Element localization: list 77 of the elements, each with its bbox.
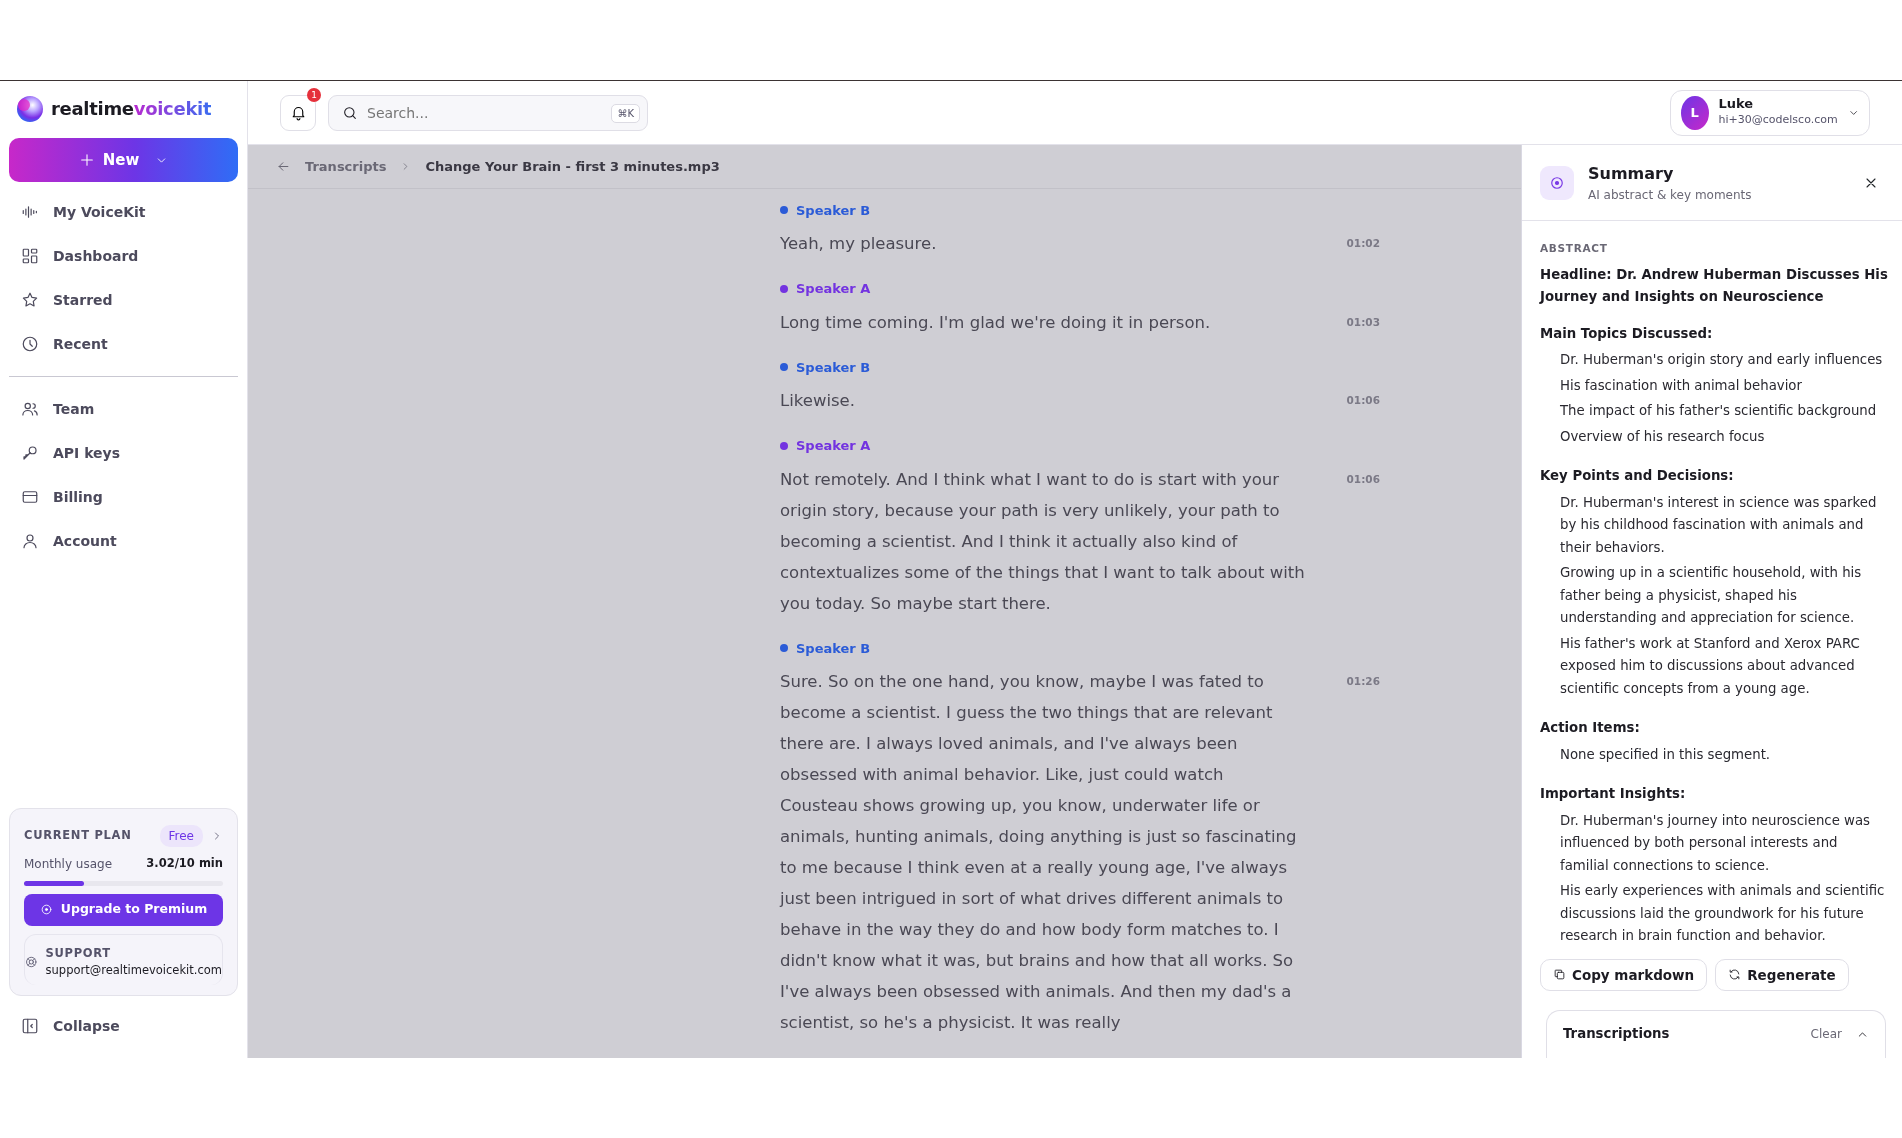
transcript-text: Yeah, my pleasure. [780,233,938,255]
copy-markdown-button[interactable]: Copy markdown [1540,958,1708,991]
clock-icon [21,335,39,353]
user-email: hi+30@codelsco.com [1718,112,1838,129]
transcript-text: Sure. So on the one hand, you know, maybe I was fated to become a scientist. I guess the two things that are relevant there are. I always loved animals, and I've always been obsessed with animal behavior. Like, just could watch Cousteau shows growing up, you know, underwater life or animals, hunting animals, doing anything is just so fascinating to me because I think even at a really young age, I've always just been intrigued in sort of what drives different animals to behave in the way they do and how body form matches to. I didn't know what it was, but brains and how that all works. So I've always been obsessed with animals. And then my dad's a scientist, so he's a physicist. It was really [780,671,1298,1034]
speaker-name: Speaker A [796,437,871,455]
speaker-name: Speaker A [796,280,871,298]
nav-item[interactable]: Starred [9,278,238,322]
user-menu[interactable]: L Luke hi+30@codelsco.com [1670,89,1870,136]
panel-subtitle: AI abstract & key moments [1588,186,1753,204]
new-button[interactable]: New [9,138,238,182]
card-title: Transcriptions [1563,1025,1670,1044]
credit-card-icon [21,488,39,506]
timestamp: 01:02 [1346,236,1380,251]
search-icon [342,104,358,121]
avatar: L [1681,95,1709,130]
speaker-name: Speaker B [796,201,871,220]
section-heading: Important Insights: [1540,785,1687,803]
support-email[interactable]: support@realtimevoicekit.com [45,961,222,979]
user-icon [21,532,39,550]
nav-item[interactable]: Account [9,519,238,563]
notification-badge: 1 [307,87,321,102]
section-heading: Action Items: [1540,719,1641,737]
summary-item: None specified in this segment. [1559,745,1772,764]
logo-icon [17,95,43,122]
nav-item[interactable]: Recent [9,322,238,366]
summary-item: His father's work at Stanford and Xerox PARC exposed him to discussions about advanced scientific concepts from a young age. [1559,634,1861,698]
nav-item[interactable]: API keys [9,431,238,475]
usage-value: 3.02/10 min [146,854,223,872]
timestamp: 01:03 [1346,314,1380,330]
star-icon [21,291,39,309]
speaker-name: Speaker B [796,639,871,658]
timestamp: 01:06 [1346,471,1380,487]
refresh-icon [1728,968,1742,982]
section-heading: Key Points and Decisions: [1540,467,1735,485]
summary-item: Growing up in a scientific household, with his father being a physicist, shaped his understanding and appreciation for science. [1559,564,1863,627]
timestamp: 01:26 [1346,674,1380,689]
summary-item: His fascination with animal behavior [1559,376,1803,395]
nav-item[interactable]: Billing [9,475,238,519]
nav-item[interactable]: Team [9,387,238,431]
plus-icon [78,152,95,168]
key-icon [21,444,39,462]
lifebuoy-icon [25,954,38,969]
usage-label: Monthly usage [24,855,113,873]
summary-headline: Headline: Dr. Andrew Huberman Discusses His Journey and Insights on Neuroscience [1540,265,1889,306]
plan-label: CURRENT PLAN [24,826,132,844]
support-label: SUPPORT [45,944,112,962]
copy-icon [1553,968,1566,982]
section-heading: Main Topics Discussed: [1540,324,1714,343]
team-icon [21,400,39,418]
transcript-text: Long time coming. I'm glad we're doing it in person. [780,311,1212,334]
speaker-name: Speaker B [796,358,871,377]
transcript-text: Not remotely. And I think what I want to do is start with your origin story, because your path is very unlikely, your path to becoming a scientist. And I think it actually also kind of contextualizes some of the things that I want to talk about with you today. So maybe start there. [780,468,1305,615]
collapse-button[interactable]: Collapse [9,1004,238,1048]
panel-title: Summary [1588,162,1675,185]
summary-item: Dr. Huberman's origin story and early influences [1559,351,1884,369]
nav-item[interactable]: My VoiceKit [9,190,238,234]
sidebar-collapse-icon [21,1017,39,1035]
summary-item: The impact of his father's scientific background [1559,402,1878,420]
summary-item: Dr. Huberman's interest in science was sparked by his childhood fascination with animals and their behaviors. [1559,493,1878,557]
dashboard-icon [21,247,39,265]
summary-item: His early experiences with animals and scientific discussions laid the groundwork for his future research in brain function and behavior. [1559,882,1886,945]
breadcrumb-current: Change Your Brain - first 3 minutes.mp3 [425,157,720,176]
summary-item: Dr. Huberman's journey into neuroscience was influenced by both personal interests and familial connections to science. [1559,811,1871,875]
timestamp: 01:06 [1346,393,1380,408]
waveform-icon [21,203,39,221]
transcript-text: Likewise. [780,390,856,412]
regenerate-button[interactable]: Regenerate [1715,958,1849,991]
clear-link[interactable]: Clear [1810,1023,1842,1046]
plan-badge: Free [159,824,203,847]
user-name: Luke [1718,96,1755,113]
upgrade-button[interactable]: Upgrade to Premium [24,893,223,926]
logo-text: realtimevoicekit [51,97,212,121]
nav-item[interactable]: Dashboard [9,234,238,278]
target-icon [39,903,53,916]
summary-item: Overview of his research focus [1559,427,1766,446]
section-label: ABSTRACT [1540,241,1609,256]
